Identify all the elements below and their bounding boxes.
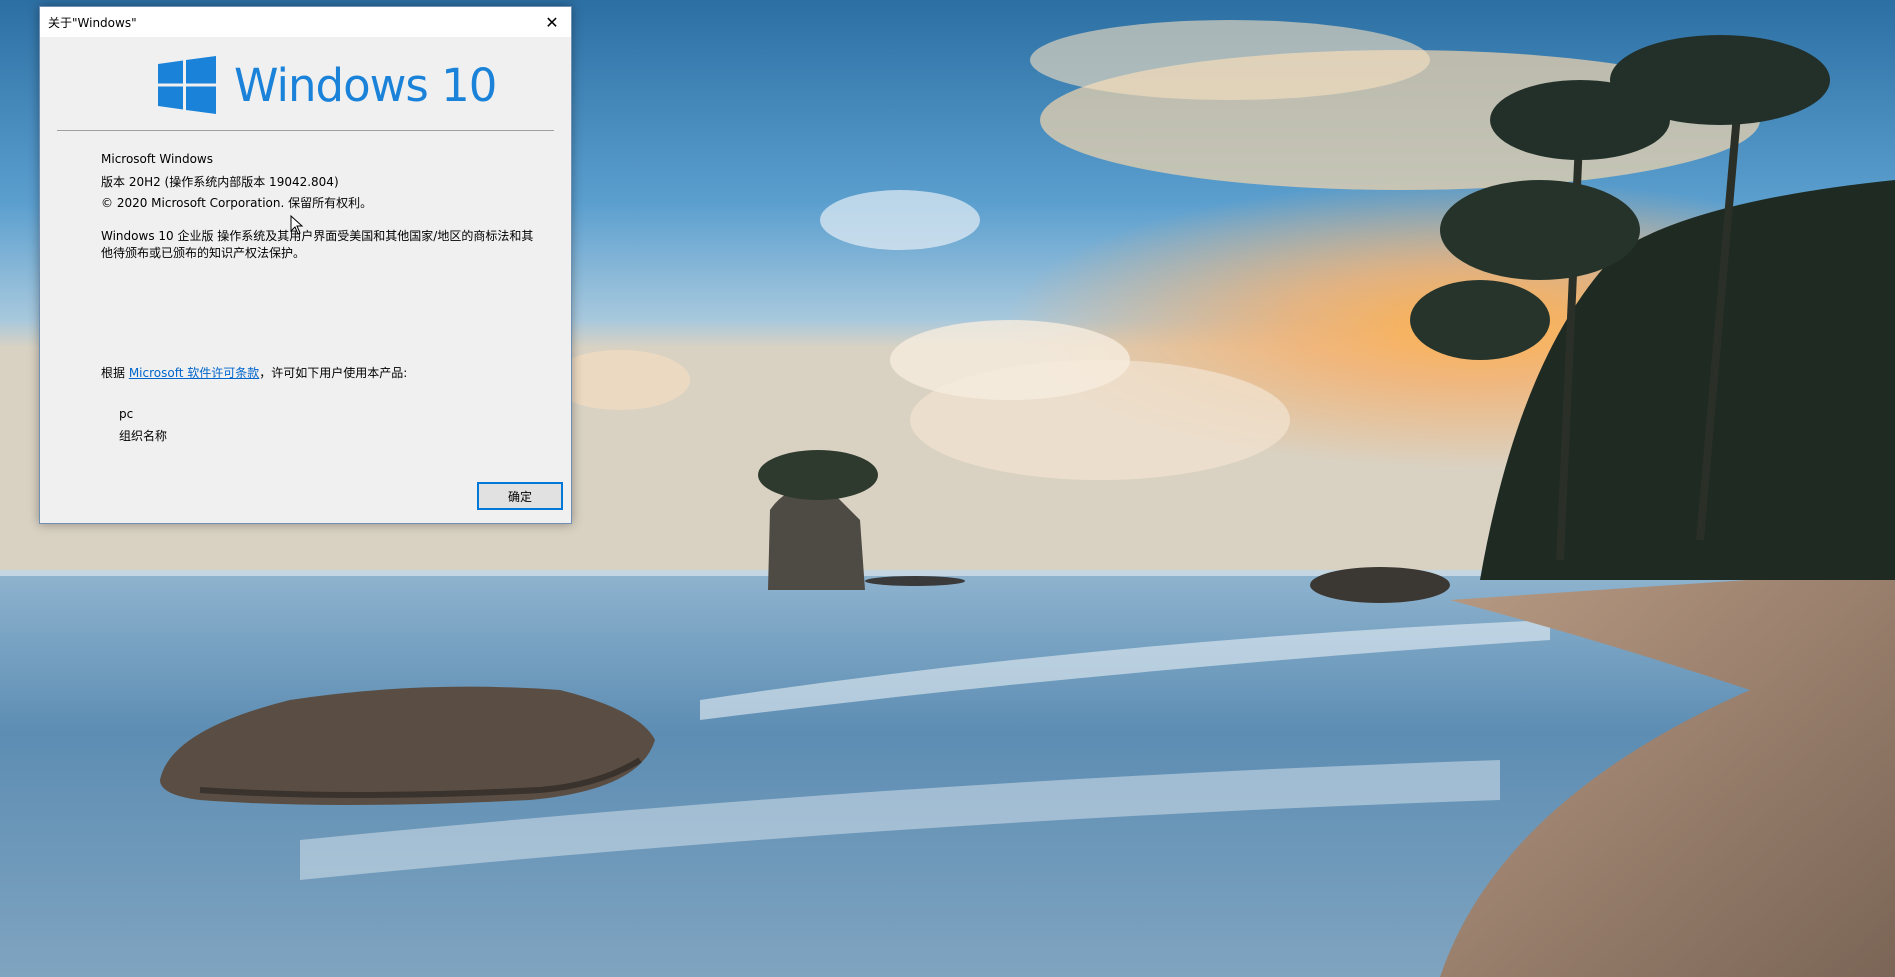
licensed-organization: 组织名称	[119, 429, 168, 443]
about-windows-dialog: 关于"Windows" ✕ Windows 10 Microsoft Windo…	[39, 6, 572, 524]
product-name: Microsoft Windows	[101, 152, 213, 166]
version-text: 版本 20H2 (操作系统内部版本 19042.804)	[101, 175, 339, 189]
legal-description: Windows 10 企业版 操作系统及其用户界面受美国和其他国家/地区的商标法…	[101, 229, 534, 260]
license-terms-link[interactable]: Microsoft 软件许可条款	[129, 366, 259, 380]
license-prefix: 根据	[101, 366, 129, 380]
windows-logo-text: Windows 10	[234, 58, 497, 112]
licensed-user: pc	[119, 407, 134, 421]
license-suffix: ，许可如下用户使用本产品:	[259, 366, 408, 380]
dialog-content: Windows 10 Microsoft Windows 版本 20H2 (操作…	[40, 37, 571, 523]
dialog-title: 关于"Windows"	[48, 16, 137, 30]
ok-button[interactable]: 确定	[477, 482, 563, 510]
close-button[interactable]: ✕	[533, 7, 571, 37]
dialog-titlebar[interactable]: 关于"Windows" ✕	[40, 7, 571, 37]
windows-logo: Windows 10	[158, 55, 497, 115]
copyright-text: © 2020 Microsoft Corporation. 保留所有权利。	[101, 196, 373, 210]
close-icon: ✕	[545, 12, 559, 32]
separator	[57, 130, 554, 131]
mouse-cursor-icon	[290, 215, 304, 235]
windows-flag-icon	[158, 56, 216, 114]
license-line: 根据 Microsoft 软件许可条款，许可如下用户使用本产品:	[101, 364, 407, 381]
